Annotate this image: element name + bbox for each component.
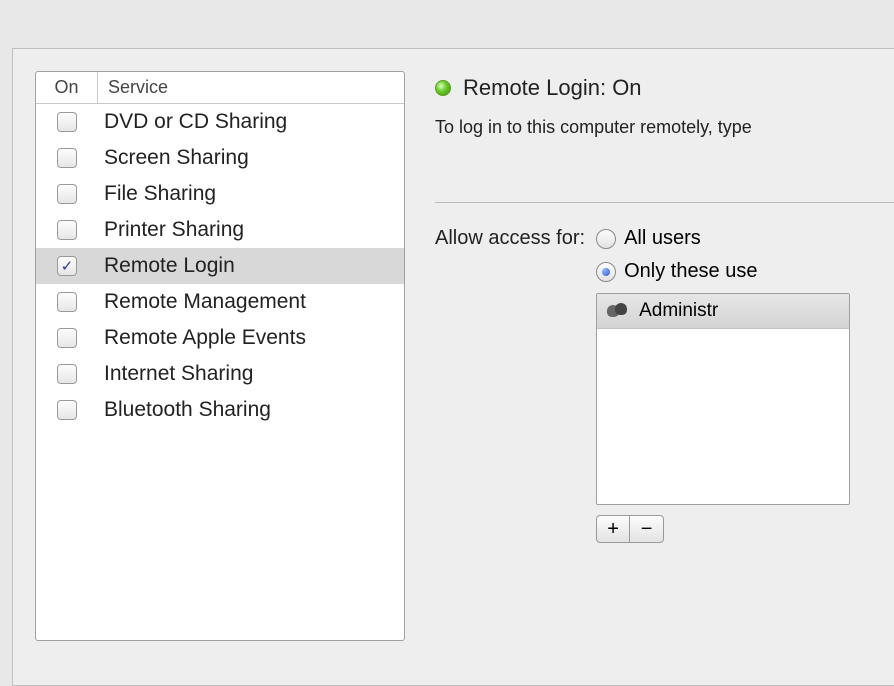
detail-pane: Remote Login: On To log in to this compu… [435,71,894,663]
service-checkbox[interactable]: ✓ [57,256,77,276]
service-label: DVD or CD Sharing [98,110,287,134]
allowed-users-list[interactable]: Administr [596,293,850,505]
service-label: Remote Management [98,290,306,314]
services-header: On Service [36,72,404,104]
radio-icon [596,229,616,249]
services-list: On Service DVD or CD Sharing Screen Shari… [35,71,405,641]
radio-icon [596,262,616,282]
service-label: Screen Sharing [98,146,249,170]
service-checkbox[interactable] [57,184,77,204]
group-icon [607,303,629,319]
radio-only-these-users-label: Only these use [624,260,757,283]
remove-user-button[interactable]: − [630,515,664,543]
service-checkbox[interactable] [57,112,77,132]
radio-all-users-label: All users [624,227,701,250]
user-list-buttons: + − [596,515,850,543]
checkbox-cell: ✓ [36,256,98,276]
access-label: Allow access for: [435,227,585,250]
checkbox-cell [36,184,98,204]
user-group-label: Administr [639,300,718,322]
checkbox-cell [36,328,98,348]
service-row[interactable]: Screen Sharing [36,140,404,176]
access-radio-group: All users Only these use Administr + − [596,227,850,543]
radio-only-these-users[interactable]: Only these use [596,260,850,283]
service-checkbox[interactable] [57,364,77,384]
service-checkbox[interactable] [57,292,77,312]
service-label: Remote Apple Events [98,326,306,350]
service-label: Remote Login [98,254,235,278]
sharing-panel: On Service DVD or CD Sharing Screen Shari… [12,48,894,686]
service-label: File Sharing [98,182,216,206]
service-label: Printer Sharing [98,218,244,242]
service-row[interactable]: Internet Sharing [36,356,404,392]
service-label: Bluetooth Sharing [98,398,271,422]
service-row[interactable]: Bluetooth Sharing [36,392,404,428]
service-checkbox[interactable] [57,328,77,348]
checkbox-cell [36,400,98,420]
service-checkbox[interactable] [57,400,77,420]
service-row[interactable]: File Sharing [36,176,404,212]
checkbox-cell [36,292,98,312]
service-checkbox[interactable] [57,148,77,168]
checkbox-cell [36,112,98,132]
column-header-on: On [36,72,98,103]
checkbox-cell [36,364,98,384]
column-header-service: Service [98,72,404,103]
checkbox-cell [36,148,98,168]
service-checkbox[interactable] [57,220,77,240]
status-led-icon [435,80,451,96]
service-row[interactable]: DVD or CD Sharing [36,104,404,140]
radio-all-users[interactable]: All users [596,227,850,250]
list-item[interactable]: Administr [597,294,849,329]
service-row[interactable]: Remote Apple Events [36,320,404,356]
access-section: Allow access for: All users Only these u… [435,227,894,543]
services-body: DVD or CD Sharing Screen Sharing File Shar… [36,104,404,428]
status-subtitle: To log in to this computer remotely, typ… [435,117,894,138]
status-title: Remote Login: On [463,75,642,101]
service-row[interactable]: Remote Management [36,284,404,320]
separator [435,202,894,203]
checkbox-cell [36,220,98,240]
service-label: Internet Sharing [98,362,253,386]
service-row[interactable]: ✓ Remote Login [36,248,404,284]
service-row[interactable]: Printer Sharing [36,212,404,248]
status-row: Remote Login: On [435,75,894,101]
add-user-button[interactable]: + [596,515,630,543]
